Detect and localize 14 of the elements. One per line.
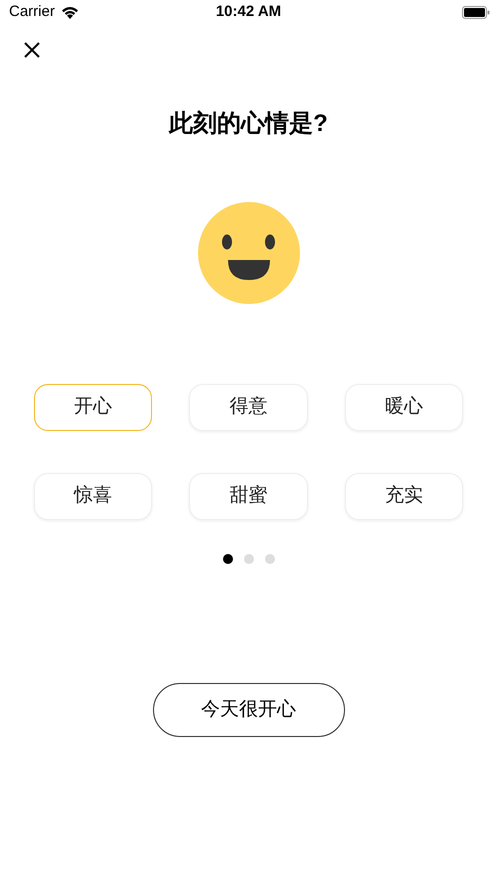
clock-time: 10:42 AM (216, 2, 282, 22)
mood-option[interactable]: 惊喜 (34, 473, 152, 520)
mood-option[interactable]: 开心 (34, 384, 152, 431)
battery-icon (462, 6, 490, 19)
question-title: 此刻的心情是? (168, 109, 329, 139)
mood-option[interactable]: 充实 (344, 473, 463, 520)
mood-option[interactable]: 得意 (189, 384, 308, 431)
confirm-button[interactable]: 今天很开心 (152, 683, 344, 737)
wifi-icon (60, 6, 79, 19)
carrier-label: Carrier (9, 2, 55, 22)
smiley-face-icon (198, 202, 300, 304)
mood-option[interactable]: 甜蜜 (189, 473, 308, 520)
mood-option[interactable]: 暖心 (344, 384, 463, 431)
close-icon[interactable] (24, 42, 40, 58)
